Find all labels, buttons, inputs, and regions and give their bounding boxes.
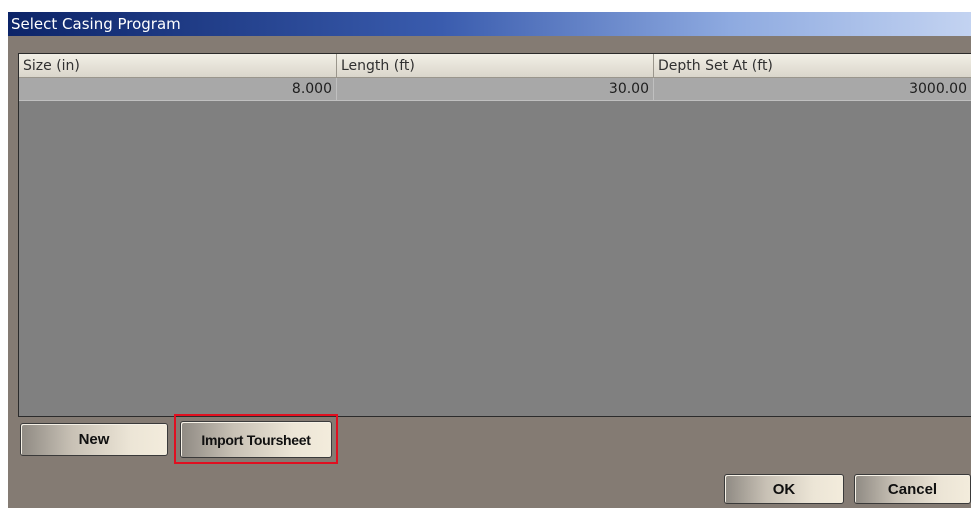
column-header-depth[interactable]: Depth Set At (ft) (654, 54, 971, 78)
dialog-title: Select Casing Program (11, 15, 181, 33)
cell-depth[interactable]: 3000.00 (654, 78, 971, 101)
new-button[interactable]: New (20, 423, 168, 456)
cell-length[interactable]: 30.00 (337, 78, 654, 101)
table-row[interactable]: 8.000 30.00 3000.00 (19, 78, 971, 101)
column-header-length[interactable]: Length (ft) (337, 54, 654, 78)
casing-grid: Size (in) Length (ft) Depth Set At (ft) … (18, 53, 971, 417)
grid-header: Size (in) Length (ft) Depth Set At (ft) (19, 54, 971, 78)
highlight-box (174, 414, 338, 464)
casing-program-dialog: Select Casing Program Size (in) Length (… (8, 12, 971, 508)
cell-size[interactable]: 8.000 (19, 78, 337, 101)
cancel-button[interactable]: Cancel (854, 474, 971, 504)
title-bar: Select Casing Program (8, 12, 971, 36)
column-header-size[interactable]: Size (in) (19, 54, 337, 78)
ok-button[interactable]: OK (724, 474, 844, 504)
